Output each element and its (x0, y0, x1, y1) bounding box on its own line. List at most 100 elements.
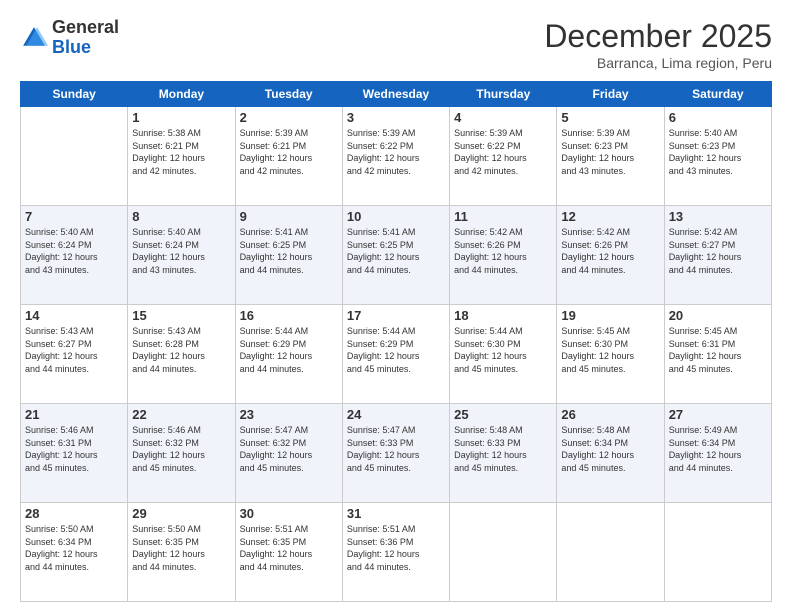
cell-info: Sunrise: 5:42 AMSunset: 6:26 PMDaylight:… (561, 226, 659, 276)
cell-info: Sunrise: 5:48 AMSunset: 6:33 PMDaylight:… (454, 424, 552, 474)
day-number: 23 (240, 407, 338, 422)
cell-info: Sunrise: 5:47 AMSunset: 6:33 PMDaylight:… (347, 424, 445, 474)
day-number: 1 (132, 110, 230, 125)
day-number: 13 (669, 209, 767, 224)
calendar-cell: 26 Sunrise: 5:48 AMSunset: 6:34 PMDayligh… (557, 404, 664, 503)
day-number: 17 (347, 308, 445, 323)
day-header-tuesday: Tuesday (235, 82, 342, 107)
calendar-cell: 4 Sunrise: 5:39 AMSunset: 6:22 PMDaylight… (450, 107, 557, 206)
cell-info: Sunrise: 5:45 AMSunset: 6:31 PMDaylight:… (669, 325, 767, 375)
logo-icon (20, 24, 48, 52)
calendar-week-row: 1 Sunrise: 5:38 AMSunset: 6:21 PMDaylight… (21, 107, 772, 206)
calendar-cell: 28 Sunrise: 5:50 AMSunset: 6:34 PMDayligh… (21, 503, 128, 602)
day-number: 19 (561, 308, 659, 323)
calendar-cell: 7 Sunrise: 5:40 AMSunset: 6:24 PMDaylight… (21, 206, 128, 305)
calendar-cell: 11Sunrise: 5:42 AMSunset: 6:26 PMDayligh… (450, 206, 557, 305)
calendar-cell: 30Sunrise: 5:51 AMSunset: 6:35 PMDayligh… (235, 503, 342, 602)
cell-info: Sunrise: 5:41 AMSunset: 6:25 PMDaylight:… (240, 226, 338, 276)
cell-info: Sunrise: 5:47 AMSunset: 6:32 PMDaylight:… (240, 424, 338, 474)
calendar-cell: 6Sunrise: 5:40 AMSunset: 6:23 PMDaylight… (664, 107, 771, 206)
day-header-friday: Friday (557, 82, 664, 107)
day-header-wednesday: Wednesday (342, 82, 449, 107)
cell-info: Sunrise: 5:38 AMSunset: 6:21 PMDaylight:… (132, 127, 230, 177)
calendar-cell: 16 Sunrise: 5:44 AMSunset: 6:29 PMDayligh… (235, 305, 342, 404)
cell-info: Sunrise: 5:39 AMSunset: 6:21 PMDaylight:… (240, 127, 338, 177)
month-title: December 2025 (544, 18, 772, 55)
cell-info: Sunrise: 5:46 AMSunset: 6:31 PMDaylight:… (25, 424, 123, 474)
calendar-table: SundayMondayTuesdayWednesdayThursdayFrid… (20, 81, 772, 602)
cell-info: Sunrise: 5:44 AMSunset: 6:30 PMDaylight:… (454, 325, 552, 375)
cell-info: Sunrise: 5:39 AMSunset: 6:23 PMDaylight:… (561, 127, 659, 177)
day-number: 31 (347, 506, 445, 521)
day-number: 25 (454, 407, 552, 422)
calendar-week-row: 28 Sunrise: 5:50 AMSunset: 6:34 PMDayligh… (21, 503, 772, 602)
calendar-cell: 27Sunrise: 5:49 AMSunset: 6:34 PMDayligh… (664, 404, 771, 503)
day-number: 14 (25, 308, 123, 323)
day-number: 10 (347, 209, 445, 224)
calendar-cell: 13 Sunrise: 5:42 AMSunset: 6:27 PMDayligh… (664, 206, 771, 305)
day-number: 12 (561, 209, 659, 224)
day-number: 26 (561, 407, 659, 422)
day-number: 20 (669, 308, 767, 323)
logo-blue-text: Blue (52, 38, 119, 58)
calendar-cell: 17 Sunrise: 5:44 AMSunset: 6:29 PMDayligh… (342, 305, 449, 404)
calendar-week-row: 14 Sunrise: 5:43 AMSunset: 6:27 PMDayligh… (21, 305, 772, 404)
day-number: 15 (132, 308, 230, 323)
day-number: 29 (132, 506, 230, 521)
cell-info: Sunrise: 5:51 AMSunset: 6:36 PMDaylight:… (347, 523, 445, 573)
calendar-cell: 10 Sunrise: 5:41 AMSunset: 6:25 PMDayligh… (342, 206, 449, 305)
day-number: 27 (669, 407, 767, 422)
logo-general-text: General (52, 18, 119, 38)
cell-info: Sunrise: 5:50 AMSunset: 6:34 PMDaylight:… (25, 523, 123, 573)
location: Barranca, Lima region, Peru (544, 55, 772, 71)
cell-info: Sunrise: 5:42 AMSunset: 6:27 PMDaylight:… (669, 226, 767, 276)
cell-info: Sunrise: 5:43 AMSunset: 6:27 PMDaylight:… (25, 325, 123, 375)
cell-info: Sunrise: 5:48 AMSunset: 6:34 PMDaylight:… (561, 424, 659, 474)
day-number: 11 (454, 209, 552, 224)
calendar-cell: 19Sunrise: 5:45 AMSunset: 6:30 PMDayligh… (557, 305, 664, 404)
header: General Blue December 2025 Barranca, Lim… (20, 18, 772, 71)
title-block: December 2025 Barranca, Lima region, Per… (544, 18, 772, 71)
calendar-week-row: 7 Sunrise: 5:40 AMSunset: 6:24 PMDaylight… (21, 206, 772, 305)
day-header-thursday: Thursday (450, 82, 557, 107)
calendar-cell: 31 Sunrise: 5:51 AMSunset: 6:36 PMDayligh… (342, 503, 449, 602)
day-number: 2 (240, 110, 338, 125)
calendar-cell: 8Sunrise: 5:40 AMSunset: 6:24 PMDaylight… (128, 206, 235, 305)
cell-info: Sunrise: 5:46 AMSunset: 6:32 PMDaylight:… (132, 424, 230, 474)
calendar-cell: 12 Sunrise: 5:42 AMSunset: 6:26 PMDayligh… (557, 206, 664, 305)
day-header-monday: Monday (128, 82, 235, 107)
calendar-cell: 18 Sunrise: 5:44 AMSunset: 6:30 PMDayligh… (450, 305, 557, 404)
cell-info: Sunrise: 5:44 AMSunset: 6:29 PMDaylight:… (240, 325, 338, 375)
day-number: 18 (454, 308, 552, 323)
cell-info: Sunrise: 5:43 AMSunset: 6:28 PMDaylight:… (132, 325, 230, 375)
cell-info: Sunrise: 5:39 AMSunset: 6:22 PMDaylight:… (454, 127, 552, 177)
calendar-cell: 1 Sunrise: 5:38 AMSunset: 6:21 PMDaylight… (128, 107, 235, 206)
calendar-cell: 25 Sunrise: 5:48 AMSunset: 6:33 PMDayligh… (450, 404, 557, 503)
cell-info: Sunrise: 5:40 AMSunset: 6:24 PMDaylight:… (132, 226, 230, 276)
day-number: 5 (561, 110, 659, 125)
calendar-cell: 3 Sunrise: 5:39 AMSunset: 6:22 PMDaylight… (342, 107, 449, 206)
day-number: 16 (240, 308, 338, 323)
day-number: 6 (669, 110, 767, 125)
day-number: 7 (25, 209, 123, 224)
cell-info: Sunrise: 5:51 AMSunset: 6:35 PMDaylight:… (240, 523, 338, 573)
calendar-cell (450, 503, 557, 602)
cell-info: Sunrise: 5:44 AMSunset: 6:29 PMDaylight:… (347, 325, 445, 375)
day-number: 21 (25, 407, 123, 422)
calendar-cell: 24Sunrise: 5:47 AMSunset: 6:33 PMDayligh… (342, 404, 449, 503)
calendar-cell: 2 Sunrise: 5:39 AMSunset: 6:21 PMDaylight… (235, 107, 342, 206)
calendar-header-row: SundayMondayTuesdayWednesdayThursdayFrid… (21, 82, 772, 107)
calendar-cell: 23 Sunrise: 5:47 AMSunset: 6:32 PMDayligh… (235, 404, 342, 503)
calendar-cell (557, 503, 664, 602)
cell-info: Sunrise: 5:40 AMSunset: 6:24 PMDaylight:… (25, 226, 123, 276)
cell-info: Sunrise: 5:39 AMSunset: 6:22 PMDaylight:… (347, 127, 445, 177)
calendar-cell: 29 Sunrise: 5:50 AMSunset: 6:35 PMDayligh… (128, 503, 235, 602)
cell-info: Sunrise: 5:50 AMSunset: 6:35 PMDaylight:… (132, 523, 230, 573)
calendar-cell: 21 Sunrise: 5:46 AMSunset: 6:31 PMDayligh… (21, 404, 128, 503)
day-number: 3 (347, 110, 445, 125)
cell-info: Sunrise: 5:41 AMSunset: 6:25 PMDaylight:… (347, 226, 445, 276)
day-number: 4 (454, 110, 552, 125)
calendar-cell: 15 Sunrise: 5:43 AMSunset: 6:28 PMDayligh… (128, 305, 235, 404)
day-number: 28 (25, 506, 123, 521)
day-header-sunday: Sunday (21, 82, 128, 107)
